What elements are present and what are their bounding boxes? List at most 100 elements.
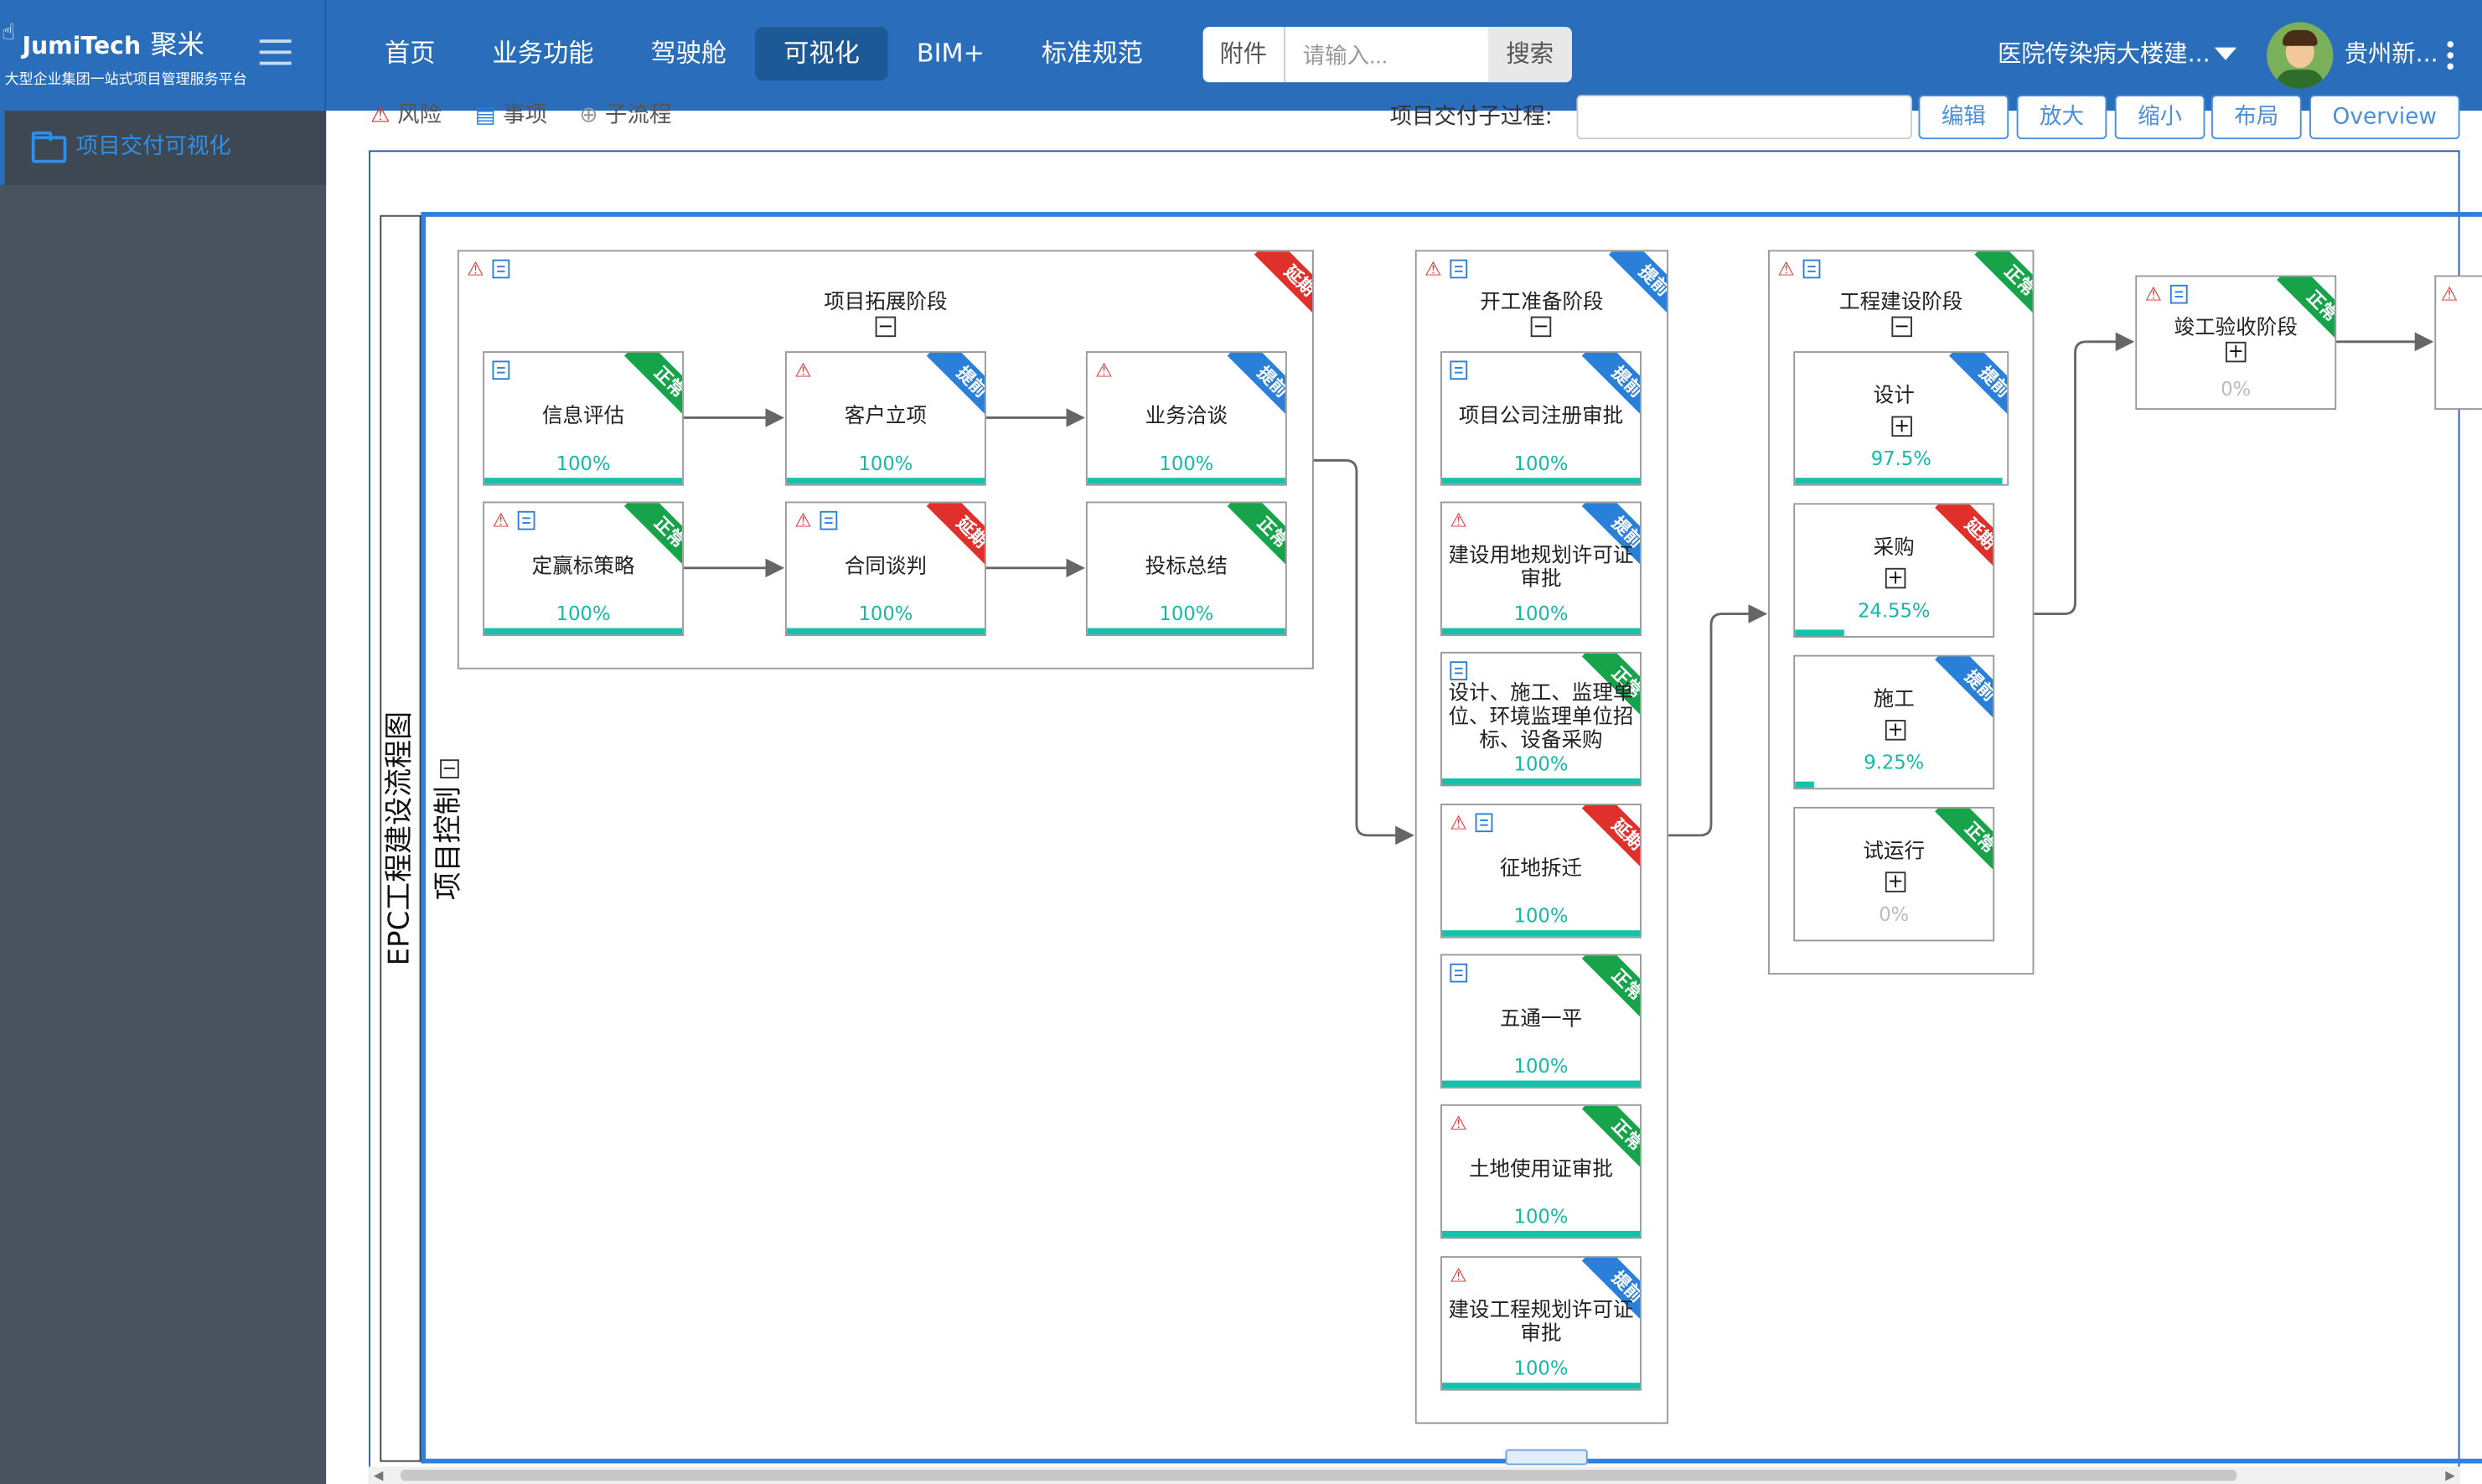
task-node[interactable]: 正常 五通一平 100% xyxy=(1440,954,1642,1088)
menu-toggle-icon[interactable] xyxy=(259,39,292,68)
task-node[interactable]: 提前 项目公司注册审批 100% xyxy=(1440,351,1642,486)
task-node[interactable]: ⚠ 延期 征地拆迁 100% xyxy=(1440,804,1642,938)
warning-icon[interactable]: ⚠ xyxy=(1450,813,1466,832)
task-name: 征地拆迁 xyxy=(1499,857,1583,882)
task-node[interactable]: ⚠ 提前 客户立项 100% xyxy=(784,351,986,486)
warning-icon[interactable]: ⚠ xyxy=(1450,1265,1466,1285)
task-node[interactable]: 延期 采购 +24.55% xyxy=(1793,503,1995,638)
document-icon[interactable] xyxy=(1450,259,1468,279)
progress-bar xyxy=(786,478,985,484)
nav-home[interactable]: 首页 xyxy=(356,27,463,80)
task-node[interactable]: ⚠ 正常 土地使用证审批 100% xyxy=(1440,1104,1642,1239)
nav-bim[interactable]: BIM+ xyxy=(888,27,1013,80)
document-icon: ▤ xyxy=(474,102,496,128)
process-label: 项目交付子过程: xyxy=(1389,104,1553,130)
warning-icon[interactable]: ⚠ xyxy=(794,360,811,380)
document-icon[interactable] xyxy=(1450,963,1468,983)
edit-button[interactable]: 编辑 xyxy=(1918,95,2009,140)
document-icon[interactable] xyxy=(820,510,838,530)
task-node[interactable]: ⚠ 提前 业务洽谈 100% xyxy=(1085,351,1287,486)
warning-icon[interactable]: ⚠ xyxy=(1095,360,1112,380)
nav-cockpit[interactable]: 驾驶舱 xyxy=(622,27,755,80)
document-icon[interactable] xyxy=(517,510,535,530)
task-progress: 24.55% xyxy=(1857,599,1931,623)
task-node[interactable]: ⚠ 正常 定赢标策略 100% xyxy=(483,501,685,637)
lane-collapse-toggle[interactable]: − xyxy=(440,759,459,778)
warning-icon[interactable]: ⚠ xyxy=(2145,285,2162,304)
legend-risk: ⚠ 风险 xyxy=(370,102,442,128)
document-icon[interactable] xyxy=(1802,259,1821,279)
main-nav: 首页 业务功能 驾驶舱 可视化 BIM+ 标准规范 xyxy=(356,27,1171,81)
progress-bar xyxy=(1441,628,1641,635)
task-node[interactable]: 提前 设计 +97.5% xyxy=(1793,351,2009,486)
status-label: 提前 xyxy=(1608,251,1668,322)
subprocess-expand-toggle[interactable]: + xyxy=(1885,871,1906,892)
overview-button[interactable]: Overview xyxy=(2309,95,2460,140)
task-node[interactable]: ⚠ 延期 合同谈判 100% xyxy=(784,501,986,637)
brand-logo[interactable]: JumiTech 聚米 xyxy=(22,22,204,62)
task-node[interactable]: ⚠ 提前 建设工程规划许可证审批 100% xyxy=(1440,1256,1642,1391)
warning-icon[interactable]: ⚠ xyxy=(467,260,483,279)
task-name: 合同谈判 xyxy=(844,555,928,580)
task-node[interactable]: 正常 投标总结 100% xyxy=(1085,501,1287,637)
warning-icon[interactable]: ⚠ xyxy=(1425,260,1441,279)
document-icon[interactable] xyxy=(492,259,510,279)
warning-icon[interactable]: ⚠ xyxy=(1777,260,1794,279)
chevron-down-icon[interactable] xyxy=(2214,47,2237,60)
warning-icon[interactable]: ⚠ xyxy=(492,511,509,530)
document-icon[interactable] xyxy=(1450,661,1468,680)
nav-visualization[interactable]: 可视化 xyxy=(755,27,888,81)
warning-icon[interactable]: ⚠ xyxy=(1450,1114,1466,1133)
lane-title: 项目控制 xyxy=(432,786,466,901)
scrollbar-thumb[interactable] xyxy=(400,1470,2237,1481)
progress-bar xyxy=(1441,1230,1641,1238)
layout-button[interactable]: 布局 xyxy=(2211,95,2302,140)
subprocess-expand-toggle[interactable]: + xyxy=(1885,720,1906,741)
subprocess-expand-toggle[interactable]: + xyxy=(1891,416,1912,437)
zoom-out-button[interactable]: 缩小 xyxy=(2114,95,2205,140)
status-label: 正常 xyxy=(1974,251,2033,322)
task-node[interactable]: ⚠ 提前 建设用地规划许可证审批 100% xyxy=(1440,501,1642,637)
search-button[interactable]: 搜索 xyxy=(1487,27,1572,83)
subprocess-expand-toggle[interactable]: + xyxy=(1885,567,1906,589)
task-node[interactable]: 正常 信息评估 100% xyxy=(483,351,685,486)
user-name[interactable]: 贵州新... xyxy=(2345,27,2438,80)
task-name: 项目公司注册审批 xyxy=(1458,405,1624,429)
task-name: 施工 xyxy=(1873,688,1915,712)
group-next-offscreen[interactable]: ⚠ xyxy=(2434,275,2482,411)
task-node[interactable]: 正常 设计、施工、监理单位、环境监理单位招标、设备采购 100% xyxy=(1440,651,1642,787)
horizontal-scrollbar[interactable]: ◀ ▶ xyxy=(369,1466,2460,1484)
group-collapse-toggle[interactable]: − xyxy=(875,317,897,338)
warning-icon[interactable]: ⚠ xyxy=(794,511,811,530)
task-progress: 100% xyxy=(1513,452,1569,475)
nav-standards[interactable]: 标准规范 xyxy=(1013,27,1171,80)
more-options-icon[interactable] xyxy=(2447,41,2454,70)
task-node[interactable]: 正常 试运行 +0% xyxy=(1793,806,1995,942)
nav-business[interactable]: 业务功能 xyxy=(464,27,623,80)
scroll-right-icon[interactable]: ▶ xyxy=(2445,1468,2455,1482)
process-select[interactable] xyxy=(1576,95,1912,140)
task-progress: 100% xyxy=(1513,602,1569,625)
progress-bar xyxy=(1795,629,1844,637)
project-selector[interactable]: 医院传染病大楼建... xyxy=(1998,27,2211,80)
status-ribbon: 正常 xyxy=(2265,277,2335,347)
task-node[interactable]: 提前 施工 +9.25% xyxy=(1793,654,1995,790)
group-completion-acceptance[interactable]: 竣工验收阶段 + 0% ⚠ 正常 xyxy=(2135,275,2337,411)
warning-icon[interactable]: ⚠ xyxy=(1450,511,1466,530)
group-expand-toggle[interactable]: + xyxy=(2225,342,2247,363)
document-icon[interactable] xyxy=(1450,360,1468,380)
scroll-left-icon[interactable]: ◀ xyxy=(374,1468,384,1482)
zoom-in-button[interactable]: 放大 xyxy=(2016,95,2107,140)
task-name: 客户立项 xyxy=(844,405,928,429)
group-collapse-toggle[interactable]: − xyxy=(1530,317,1552,338)
avatar[interactable] xyxy=(2267,22,2334,89)
search-input[interactable] xyxy=(1286,27,1490,83)
document-icon[interactable] xyxy=(492,360,510,380)
document-icon[interactable] xyxy=(2169,284,2188,304)
search-scope-select[interactable]: 附件 xyxy=(1202,27,1285,83)
group-collapse-toggle[interactable]: − xyxy=(1891,317,1912,338)
sidebar-item-project-delivery-visualization[interactable]: 项目交付可视化 xyxy=(0,111,327,185)
document-icon[interactable] xyxy=(1475,813,1493,833)
task-name: 试运行 xyxy=(1863,840,1926,864)
page-resize-handle[interactable] xyxy=(1505,1449,1588,1466)
